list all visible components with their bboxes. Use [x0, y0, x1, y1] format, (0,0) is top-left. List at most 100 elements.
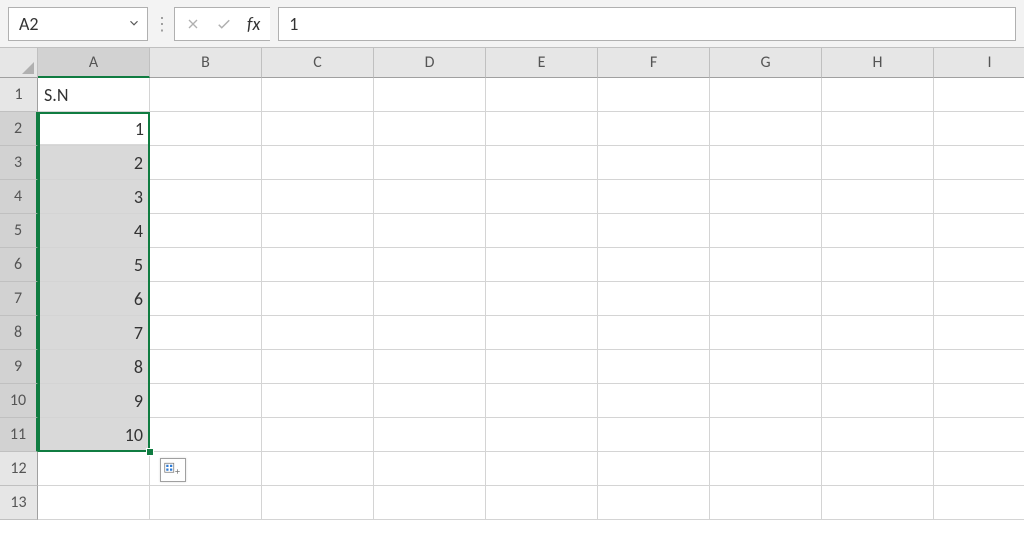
column-header[interactable]: D [374, 48, 486, 78]
column-header[interactable]: A [38, 48, 150, 78]
cell-A8[interactable]: 7 [38, 316, 150, 350]
cell[interactable] [598, 384, 710, 418]
cell[interactable] [710, 418, 822, 452]
cell[interactable] [262, 452, 374, 486]
cell[interactable] [934, 78, 1024, 112]
row-header[interactable]: 9 [0, 350, 38, 384]
cell[interactable] [150, 180, 262, 214]
cell-A3[interactable]: 2 [38, 146, 150, 180]
cell[interactable] [822, 316, 934, 350]
cell[interactable] [710, 248, 822, 282]
cell-A9[interactable]: 8 [38, 350, 150, 384]
column-header[interactable]: E [486, 48, 598, 78]
formula-input[interactable]: 1 [278, 7, 1016, 41]
cell[interactable] [486, 146, 598, 180]
cell[interactable] [262, 248, 374, 282]
cell[interactable] [374, 78, 486, 112]
cell[interactable] [598, 350, 710, 384]
cell[interactable] [934, 214, 1024, 248]
row-header[interactable]: 2 [0, 112, 38, 146]
cell[interactable] [822, 214, 934, 248]
cell-A5[interactable]: 4 [38, 214, 150, 248]
insert-function-icon[interactable]: fx [247, 13, 260, 35]
cell[interactable] [710, 384, 822, 418]
cell[interactable] [262, 384, 374, 418]
cell[interactable] [150, 112, 262, 146]
cell[interactable] [262, 282, 374, 316]
row-header[interactable]: 4 [0, 180, 38, 214]
row-header[interactable]: 13 [0, 486, 38, 520]
cell[interactable] [262, 112, 374, 146]
cell-A11[interactable]: 10 [38, 418, 150, 452]
cell[interactable] [150, 486, 262, 520]
column-header[interactable]: G [710, 48, 822, 78]
cell[interactable] [934, 112, 1024, 146]
name-box[interactable]: A2 [8, 7, 148, 41]
cell[interactable] [262, 316, 374, 350]
cell[interactable] [374, 452, 486, 486]
cell[interactable] [822, 282, 934, 316]
cell[interactable] [822, 452, 934, 486]
row-header[interactable]: 10 [0, 384, 38, 418]
cell-A1[interactable]: S.N [38, 78, 150, 112]
column-header[interactable]: F [598, 48, 710, 78]
cell[interactable] [598, 248, 710, 282]
cell[interactable] [262, 486, 374, 520]
cell[interactable] [374, 486, 486, 520]
cell[interactable] [934, 486, 1024, 520]
cell[interactable] [822, 384, 934, 418]
cell[interactable] [598, 78, 710, 112]
cell[interactable] [934, 316, 1024, 350]
cell[interactable] [486, 180, 598, 214]
cell[interactable] [710, 316, 822, 350]
cell[interactable] [934, 452, 1024, 486]
cell[interactable] [598, 418, 710, 452]
cell[interactable] [262, 418, 374, 452]
cell[interactable] [38, 452, 150, 486]
cell[interactable] [934, 146, 1024, 180]
cell[interactable] [934, 384, 1024, 418]
cell[interactable] [822, 248, 934, 282]
enter-icon[interactable] [215, 15, 233, 33]
cell[interactable] [486, 214, 598, 248]
cell[interactable] [374, 282, 486, 316]
cell[interactable] [150, 214, 262, 248]
cell[interactable] [486, 282, 598, 316]
cell[interactable] [710, 452, 822, 486]
cell[interactable] [150, 78, 262, 112]
cell[interactable] [374, 316, 486, 350]
cell-A2[interactable]: 1 [38, 112, 150, 146]
cell[interactable] [374, 248, 486, 282]
cell-A10[interactable]: 9 [38, 384, 150, 418]
cell[interactable] [934, 282, 1024, 316]
cell[interactable] [710, 350, 822, 384]
cell[interactable] [598, 282, 710, 316]
cell[interactable] [598, 112, 710, 146]
cell[interactable] [486, 486, 598, 520]
cell[interactable] [486, 384, 598, 418]
cell[interactable] [710, 214, 822, 248]
cell[interactable] [934, 418, 1024, 452]
cell[interactable] [486, 418, 598, 452]
cell[interactable] [150, 282, 262, 316]
cell[interactable] [934, 180, 1024, 214]
row-header[interactable]: 6 [0, 248, 38, 282]
cell[interactable] [598, 146, 710, 180]
cell[interactable] [486, 112, 598, 146]
cell-A7[interactable]: 6 [38, 282, 150, 316]
cell[interactable] [150, 418, 262, 452]
cell[interactable] [710, 78, 822, 112]
cell[interactable] [486, 452, 598, 486]
cell[interactable] [710, 282, 822, 316]
cell[interactable] [822, 146, 934, 180]
cell[interactable] [38, 486, 150, 520]
cell[interactable] [262, 78, 374, 112]
row-header[interactable]: 5 [0, 214, 38, 248]
select-all-corner[interactable] [0, 48, 38, 78]
cell[interactable] [710, 112, 822, 146]
cell[interactable] [822, 78, 934, 112]
cell[interactable] [710, 146, 822, 180]
cell[interactable] [710, 486, 822, 520]
cell[interactable] [150, 384, 262, 418]
cell[interactable] [374, 350, 486, 384]
